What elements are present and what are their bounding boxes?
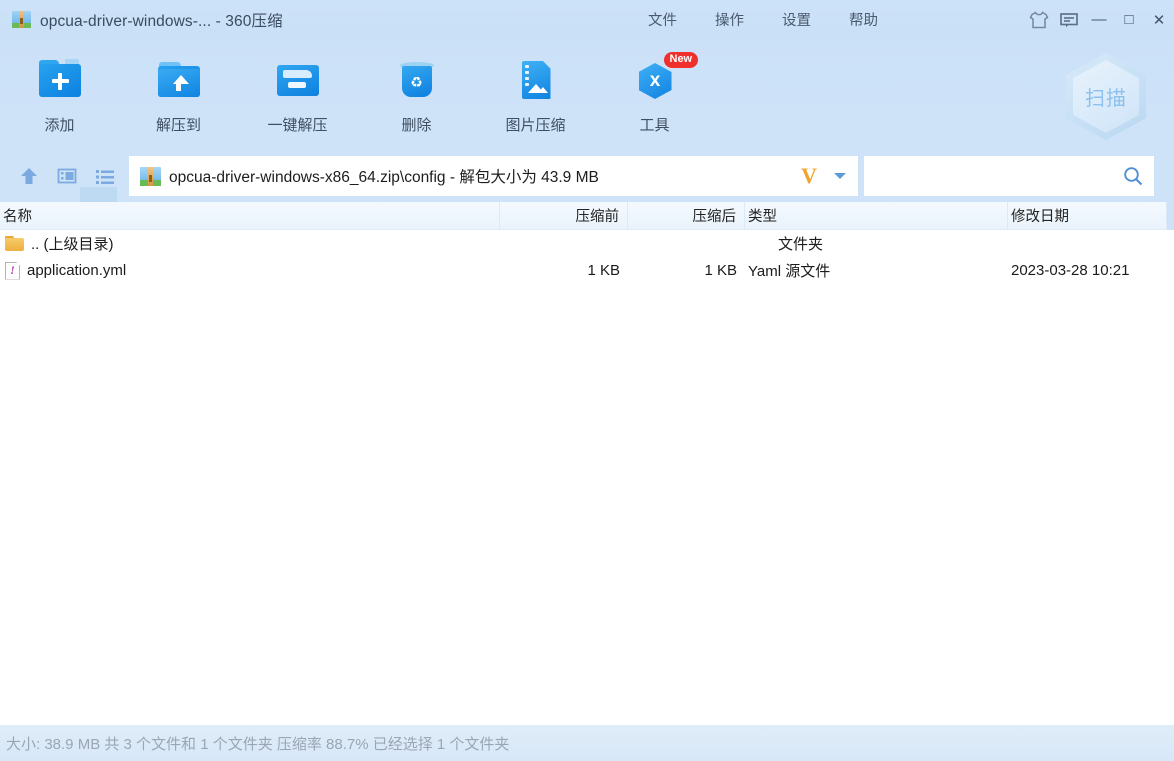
menu-file[interactable]: 文件 [648,9,677,30]
address-bar-value: opcua-driver-windows-x86_64.zip\config -… [169,169,599,186]
file-list-area: 名称 压缩前 压缩后 类型 修改日期 .. (上级目录) 文件夹 ! appli… [0,202,1174,725]
image-compress-icon [512,56,560,104]
folder-icon [5,236,24,251]
titlebar-right: — □ ✕ [1024,0,1174,39]
delete-button[interactable]: ♻ 删除 [357,48,476,144]
one-click-extract-button-label: 一键解压 [267,117,328,134]
brand-mark: V [801,163,817,188]
tools-hexagon-icon: x New [631,52,699,104]
menu-help[interactable]: 帮助 [849,9,878,30]
yml-file-icon: ! [5,261,20,280]
table-row[interactable]: .. (上级目录) 文件夹 [0,230,1174,257]
window-title: opcua-driver-windows-... - 360压缩 [40,12,283,30]
row-name-text: .. (上级目录) [31,236,114,253]
row-type: 文件夹 [778,236,824,253]
menubar: 文件 操作 设置 帮助 [648,0,878,39]
column-header-row: 名称 压缩前 压缩后 类型 修改日期 [0,202,1174,230]
table-row[interactable]: ! application.yml 1 KB 1 KB Yaml 源文件 202… [0,257,1174,284]
tshirt-icon[interactable] [1024,5,1054,35]
row-size-before [500,230,628,257]
one-click-extract-icon [274,56,322,104]
column-header-type[interactable]: 类型 [745,202,1008,230]
search-box[interactable] [864,156,1154,196]
file-rows: .. (上级目录) 文件夹 ! application.yml 1 KB 1 K… [0,230,1174,725]
address-bar[interactable]: opcua-driver-windows-x86_64.zip\config -… [129,156,858,196]
image-compress-button-label: 图片压缩 [505,117,566,134]
zip-archive-icon [140,166,161,187]
tools-button-label: 工具 [639,117,670,134]
row-modified [1008,230,1167,257]
search-icon[interactable] [1120,163,1146,189]
extract-to-button[interactable]: 解压到 [119,48,238,144]
folder-add-icon [36,56,84,104]
navigation-bar: opcua-driver-windows-x86_64.zip\config -… [0,150,1174,202]
row-size-before: 1 KB [587,262,620,279]
chevron-down-icon[interactable] [829,157,851,195]
column-header-size-before[interactable]: 压缩前 [500,202,628,230]
toolbar: 添加 解压到 一键解压 ♻ 删除 图片压缩 x New 工具 扫描 [0,39,1174,150]
row-name-cell[interactable]: ! application.yml [0,257,500,284]
column-header-name[interactable]: 名称 [0,202,500,230]
titlebar: opcua-driver-windows-... - 360压缩 文件 操作 设… [0,0,1174,39]
row-type: Yaml 源文件 [748,263,831,280]
search-input[interactable] [874,167,1120,185]
add-button-label: 添加 [44,117,75,134]
nav-highlight-strip [80,187,117,202]
column-header-size-after[interactable]: 压缩后 [628,202,745,230]
up-arrow-icon[interactable] [10,157,48,195]
close-button[interactable]: ✕ [1144,1,1174,39]
app-window: opcua-driver-windows-... - 360压缩 文件 操作 设… [0,0,1174,761]
feedback-icon[interactable] [1054,5,1084,35]
zip-archive-icon [12,10,31,29]
column-header-modified[interactable]: 修改日期 [1008,202,1167,230]
one-click-extract-button[interactable]: 一键解压 [238,48,357,144]
status-text: 大小: 38.9 MB 共 3 个文件和 1 个文件夹 压缩率 88.7% 已经… [6,735,510,753]
vertical-scrollbar-track[interactable] [1167,202,1174,230]
extract-to-button-label: 解压到 [155,117,201,134]
minimize-button[interactable]: — [1084,1,1114,39]
add-button[interactable]: 添加 [0,48,119,144]
menu-action[interactable]: 操作 [715,9,744,30]
tools-button[interactable]: x New 工具 [595,48,714,144]
titlebar-left: opcua-driver-windows-... - 360压缩 [0,9,283,31]
new-badge: New [663,52,699,68]
folder-extract-to-icon [155,56,203,104]
row-name-text: application.yml [27,262,127,279]
trash-icon: ♻ [393,56,441,104]
row-size-after: 1 KB [704,262,737,279]
maximize-button[interactable]: □ [1114,1,1144,39]
scan-button-label: 扫描 [1085,88,1127,110]
scan-button[interactable]: 扫描 [1066,53,1146,140]
menu-settings[interactable]: 设置 [782,9,811,30]
statusbar: 大小: 38.9 MB 共 3 个文件和 1 个文件夹 压缩率 88.7% 已经… [0,725,1174,761]
delete-button-label: 删除 [401,117,432,134]
row-size-after [628,230,745,257]
row-modified: 2023-03-28 10:21 [1011,262,1130,279]
image-compress-button[interactable]: 图片压缩 [476,48,595,144]
row-name-cell[interactable]: .. (上级目录) [0,230,500,257]
